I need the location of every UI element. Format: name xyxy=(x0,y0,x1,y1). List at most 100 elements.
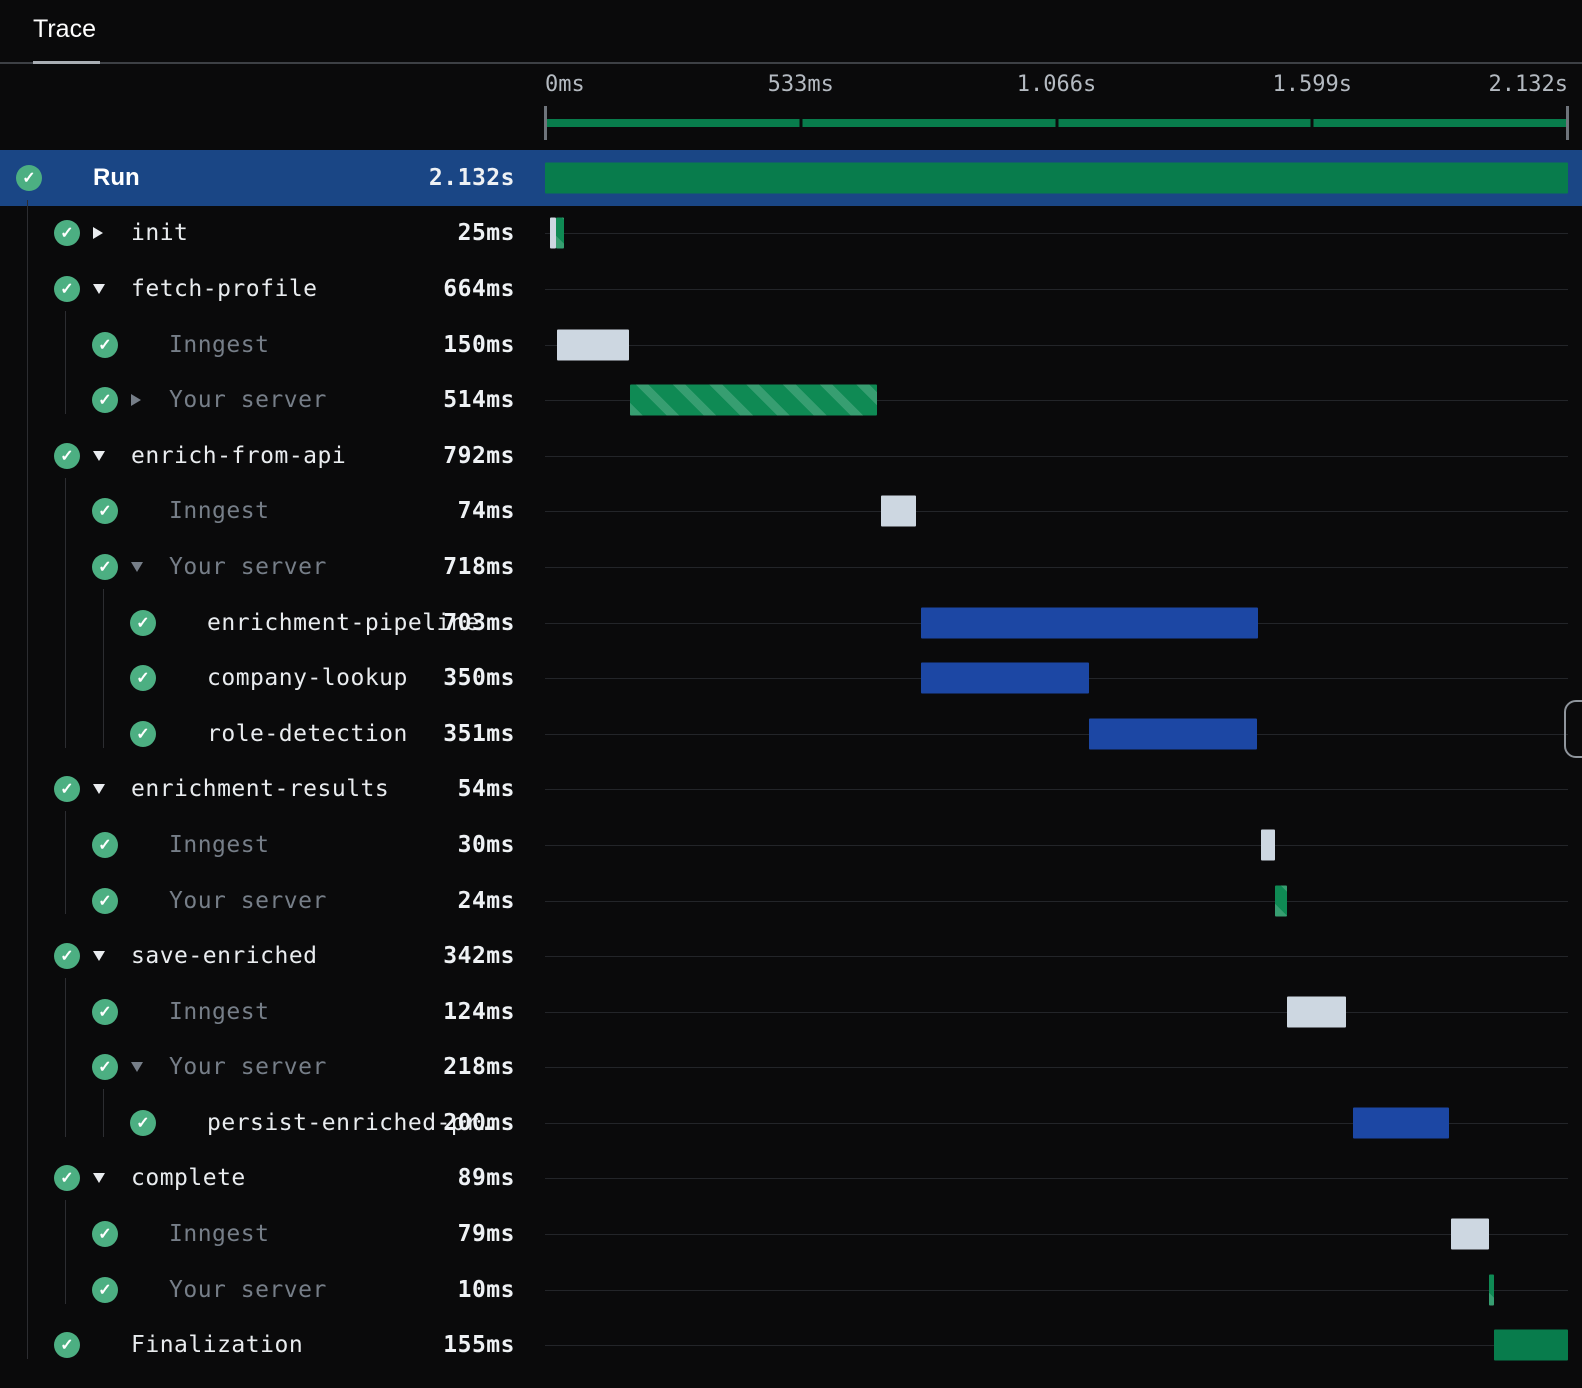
span-track xyxy=(545,928,1568,984)
trace-row-left: ✓ save-enriched 342ms xyxy=(0,928,545,984)
trace-row[interactable]: ✓ enrichment-results 54ms xyxy=(0,762,1582,818)
status-success-icon: ✓ xyxy=(54,1165,80,1192)
span-bar[interactable] xyxy=(1493,1329,1568,1361)
span-label: enrich-from-api xyxy=(131,442,347,469)
span-duration: 342ms xyxy=(443,943,515,970)
span-label: Your server xyxy=(169,1054,327,1081)
trace-row-left: ✓ Inngest 150ms xyxy=(0,317,545,373)
trace-row[interactable]: ✓ init 25ms xyxy=(0,206,1582,262)
trace-row[interactable]: ✓ Inngest 150ms xyxy=(0,317,1582,373)
trace-viewer: Trace 0ms 533ms 1.066s 1.599s 2.132s ✓ R… xyxy=(0,0,1582,1388)
trace-row[interactable]: ✓ role-detection 351ms xyxy=(0,706,1582,762)
span-duration: 514ms xyxy=(443,387,515,414)
span-label: Your server xyxy=(169,387,327,414)
span-bar[interactable] xyxy=(556,329,629,361)
scrollbar-thumb[interactable] xyxy=(1564,700,1582,758)
status-success-icon: ✓ xyxy=(92,998,118,1025)
span-bar[interactable] xyxy=(629,384,877,416)
expand-toggle-icon[interactable] xyxy=(131,1062,161,1073)
tree-guide-line xyxy=(27,199,28,1360)
span-label: Your server xyxy=(169,887,327,914)
span-duration: 24ms xyxy=(457,887,515,914)
span-track xyxy=(545,1040,1568,1096)
trace-row-left: ✓ complete 89ms xyxy=(0,1151,545,1207)
expand-toggle-icon[interactable] xyxy=(93,283,123,294)
tab-trace[interactable]: Trace xyxy=(33,15,96,44)
tab-bar: Trace xyxy=(0,0,1582,64)
trace-row[interactable]: ✓ save-enriched 342ms xyxy=(0,928,1582,984)
span-duration: 350ms xyxy=(443,665,515,692)
span-label: Inngest xyxy=(169,831,270,858)
span-track xyxy=(545,650,1568,706)
trace-row[interactable]: ✓ company-lookup 350ms xyxy=(0,650,1582,706)
span-duration: 79ms xyxy=(457,1221,515,1248)
trace-row[interactable]: ✓ Inngest 124ms xyxy=(0,984,1582,1040)
tree-guide-line xyxy=(65,1200,66,1304)
span-bar[interactable] xyxy=(1088,718,1258,750)
span-label: enrichment-results xyxy=(131,776,390,803)
row-gridline xyxy=(545,511,1568,513)
status-success-icon: ✓ xyxy=(54,442,80,469)
tree-guide-line xyxy=(103,1089,104,1137)
trace-row[interactable]: ✓ Your server 218ms xyxy=(0,1040,1582,1096)
span-duration: 54ms xyxy=(457,776,515,803)
trace-row[interactable]: ✓ Finalization 155ms xyxy=(0,1317,1582,1373)
span-track xyxy=(545,1095,1568,1151)
span-track xyxy=(545,150,1568,206)
trace-row-left: ✓ Inngest 79ms xyxy=(0,1206,545,1262)
span-bar[interactable] xyxy=(555,217,565,249)
span-track xyxy=(545,762,1568,818)
expand-toggle-icon[interactable] xyxy=(93,1173,123,1184)
span-track xyxy=(545,873,1568,929)
timeline-minimap[interactable] xyxy=(544,106,1569,140)
span-tree: ✓ Run 2.132s ✓ init 25ms ✓ fetch-profile… xyxy=(0,150,1582,1373)
span-bar[interactable] xyxy=(1286,996,1347,1028)
trace-row[interactable]: ✓ Inngest 30ms xyxy=(0,817,1582,873)
trace-row[interactable]: ✓ Your server 718ms xyxy=(0,539,1582,595)
trace-row[interactable]: ✓ persist-enriched-pr… 200ms xyxy=(0,1095,1582,1151)
span-bar[interactable] xyxy=(880,495,917,527)
row-gridline xyxy=(545,344,1568,346)
span-bar[interactable] xyxy=(1275,885,1287,917)
trace-row[interactable]: ✓ enrich-from-api 792ms xyxy=(0,428,1582,484)
expand-toggle-icon[interactable] xyxy=(131,561,161,572)
trace-row[interactable]: ✓ fetch-profile 664ms xyxy=(0,261,1582,317)
span-label: Inngest xyxy=(169,331,270,358)
span-bar[interactable] xyxy=(1352,1107,1449,1139)
expand-toggle-icon[interactable] xyxy=(93,227,123,240)
span-track xyxy=(545,1317,1568,1373)
span-bar[interactable] xyxy=(1488,1274,1494,1306)
span-duration: 351ms xyxy=(443,720,515,747)
status-success-icon: ✓ xyxy=(92,498,118,525)
trace-row-left: ✓ Your server 218ms xyxy=(0,1040,545,1096)
trace-row[interactable]: ✓ Your server 24ms xyxy=(0,873,1582,929)
status-success-icon: ✓ xyxy=(54,275,80,302)
trace-row[interactable]: ✓ Your server 514ms xyxy=(0,372,1582,428)
toggle-triangle xyxy=(93,450,105,461)
expand-toggle-icon[interactable] xyxy=(93,951,123,962)
status-success-icon: ✓ xyxy=(92,1276,118,1303)
status-success-icon: ✓ xyxy=(92,331,118,358)
span-bar[interactable] xyxy=(1450,1218,1489,1250)
expand-toggle-icon[interactable] xyxy=(93,784,123,795)
trace-row[interactable]: ✓ Run 2.132s xyxy=(0,150,1582,206)
trace-row-left: ✓ fetch-profile 664ms xyxy=(0,261,545,317)
span-duration: 89ms xyxy=(457,1165,515,1192)
trace-row[interactable]: ✓ Inngest 79ms xyxy=(0,1206,1582,1262)
span-bar[interactable] xyxy=(920,662,1089,694)
trace-row[interactable]: ✓ enrichment-pipeline 703ms xyxy=(0,595,1582,651)
tree-guide-line xyxy=(65,811,66,915)
span-bar[interactable] xyxy=(1260,829,1276,861)
expand-toggle-icon[interactable] xyxy=(93,450,123,461)
expand-toggle-icon[interactable] xyxy=(131,394,161,407)
row-gridline xyxy=(545,566,1568,568)
trace-row[interactable]: ✓ Your server 10ms xyxy=(0,1262,1582,1318)
span-track xyxy=(545,317,1568,373)
toggle-triangle xyxy=(131,561,143,572)
span-bar[interactable] xyxy=(920,607,1259,639)
span-track xyxy=(545,984,1568,1040)
span-bar[interactable] xyxy=(545,162,1568,194)
trace-row[interactable]: ✓ Inngest 74ms xyxy=(0,484,1582,540)
trace-row[interactable]: ✓ complete 89ms xyxy=(0,1151,1582,1207)
span-track xyxy=(545,539,1568,595)
